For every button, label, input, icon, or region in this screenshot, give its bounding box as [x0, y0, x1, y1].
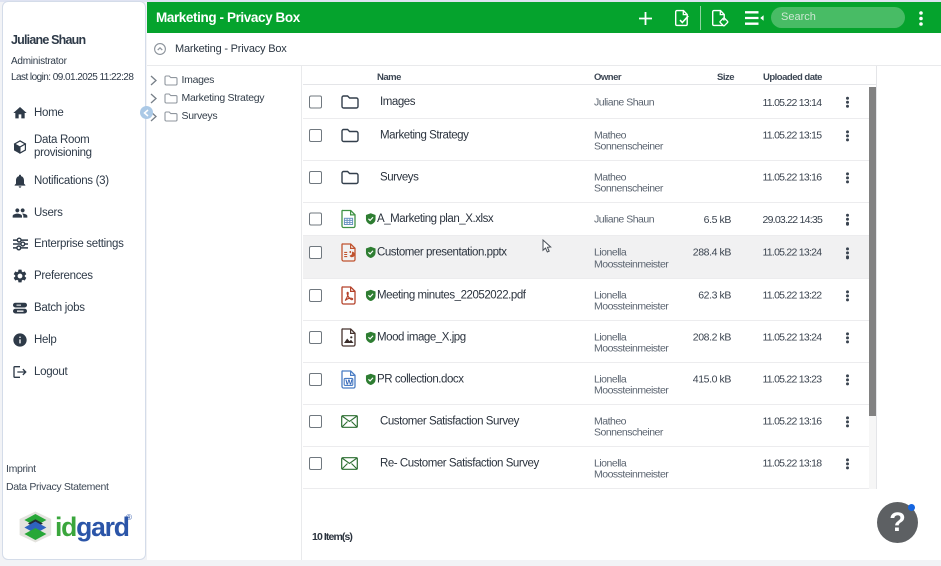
- svg-text:®: ®: [126, 513, 132, 522]
- svg-text:W: W: [345, 377, 353, 386]
- svg-text:idgard: idgard: [55, 512, 129, 542]
